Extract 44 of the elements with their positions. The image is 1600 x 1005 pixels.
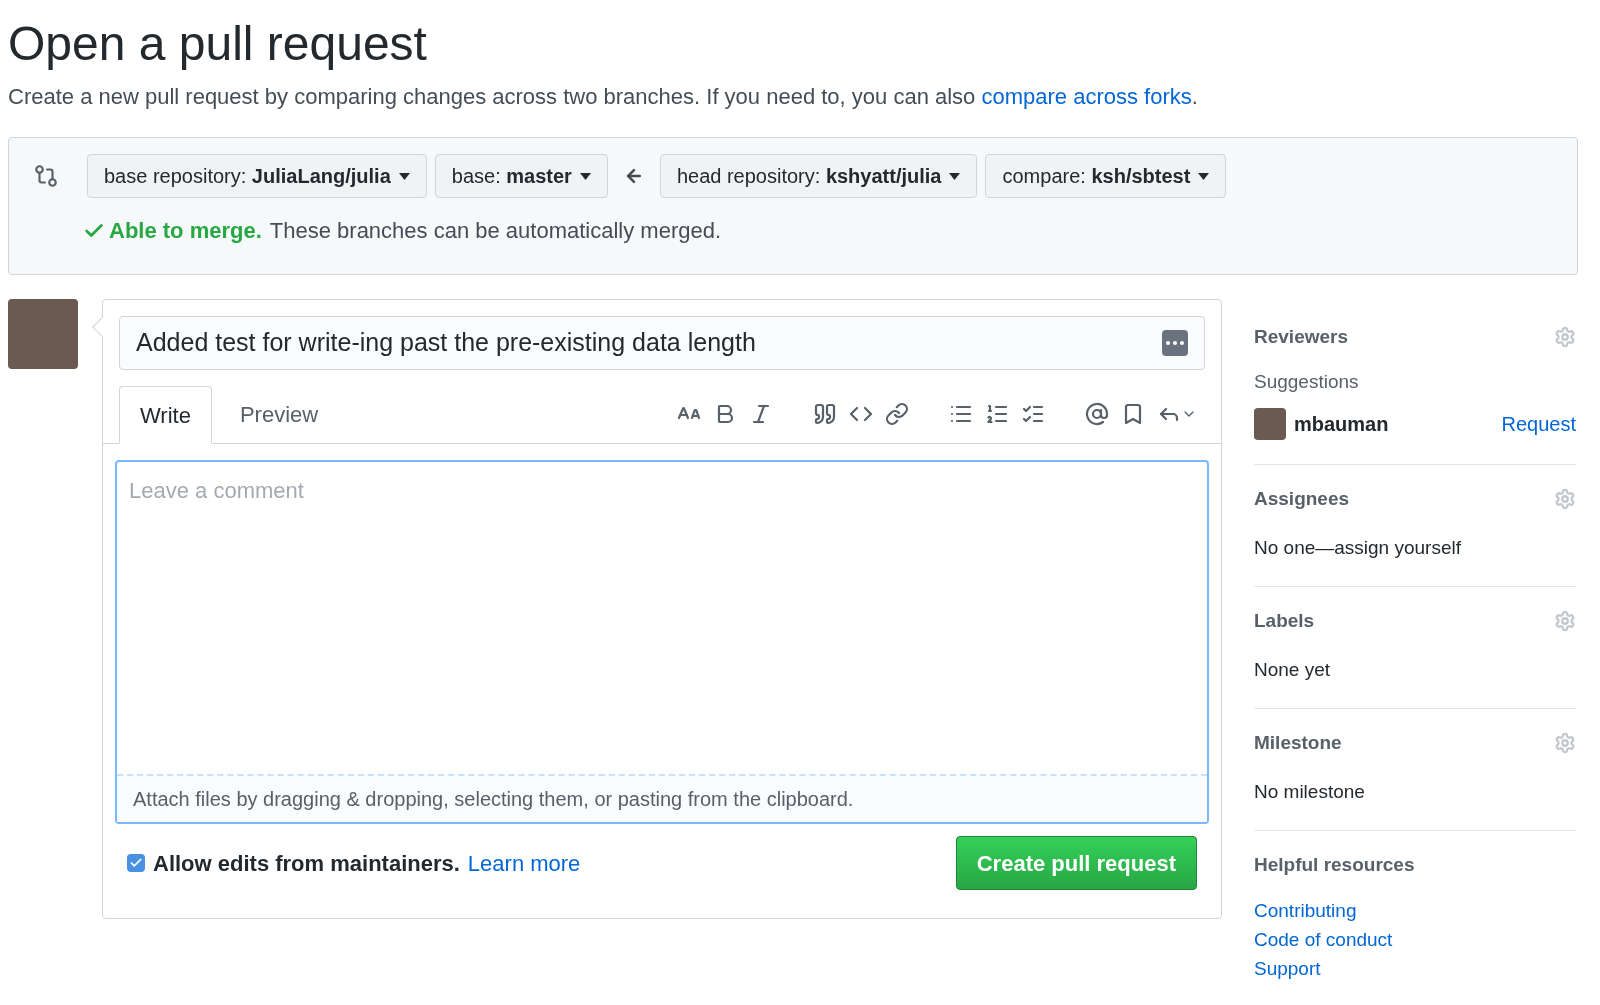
caret-icon xyxy=(949,172,961,180)
caret-icon xyxy=(398,172,410,180)
attach-hint: Attach files by dragging & dropping, selecting them, or pasting from the clipboard. xyxy=(133,788,854,810)
section-value: No milestone xyxy=(1254,779,1365,804)
avatar-placeholder xyxy=(8,299,78,369)
branch-selector[interactable]: base: master xyxy=(434,154,608,198)
checkbox-label: Allow edits from maintainers. xyxy=(153,849,460,878)
resource-link[interactable]: Code of conduct xyxy=(1254,924,1393,954)
learn-more-link[interactable]: Learn more xyxy=(467,846,581,880)
merge-message: These branches can be automatically merged. xyxy=(269,217,722,245)
reviewer-name: mbauman xyxy=(1294,412,1389,437)
caret-icon xyxy=(1198,172,1210,180)
section-heading: Milestone xyxy=(1254,731,1342,755)
mention-icon[interactable] xyxy=(1085,402,1109,426)
page-description: Create a new pull request by comparing changes across two branches. If you need to, you can also compare across forks. xyxy=(8,83,1198,111)
section-heading: Labels xyxy=(1254,609,1315,633)
section-heading: Reviewers xyxy=(1254,325,1348,349)
link-icon[interactable] xyxy=(885,402,909,426)
avatar-placeholder xyxy=(1254,408,1286,440)
compare-forks-link[interactable]: compare across forks xyxy=(981,84,1192,109)
resource-link[interactable]: Contributing xyxy=(1254,895,1357,925)
suggestions-label: Suggestions xyxy=(1254,369,1359,394)
section-heading: Assignees xyxy=(1254,487,1350,511)
page-title: Open a pull request xyxy=(8,16,427,72)
section-value: None yet xyxy=(1254,657,1331,682)
branch-selector[interactable]: head repository: kshyatt/julia xyxy=(659,154,978,198)
title-input-field[interactable]: Added test for write-ing past the pre-existing data length xyxy=(119,316,1205,370)
branch-selector[interactable]: base repository: JuliaLang/julia xyxy=(87,154,427,198)
quote-icon[interactable] xyxy=(813,402,837,426)
merge-status: Able to merge. xyxy=(109,217,262,245)
editor-tab[interactable]: Preview xyxy=(211,385,347,443)
numbered-list-icon[interactable] xyxy=(985,402,1009,426)
section-heading: Helpful resources xyxy=(1254,853,1415,877)
check-icon xyxy=(129,856,143,870)
request-link[interactable]: Request xyxy=(1501,409,1576,439)
section-value: No one—assign yourself xyxy=(1254,535,1461,560)
compare-icon xyxy=(33,163,59,189)
ellipsis-icon xyxy=(1162,330,1188,356)
caret-icon xyxy=(579,172,591,180)
checkbox[interactable] xyxy=(127,854,145,872)
editor-tab[interactable]: Write xyxy=(119,386,212,444)
branch-selector[interactable]: compare: ksh/sbtest xyxy=(985,154,1227,198)
comment-field[interactable]: Leave a comment Attach files by dragging & dropping, selecting them, or pasting from the clipboard. xyxy=(115,460,1209,824)
resource-link[interactable]: Support xyxy=(1254,953,1321,983)
